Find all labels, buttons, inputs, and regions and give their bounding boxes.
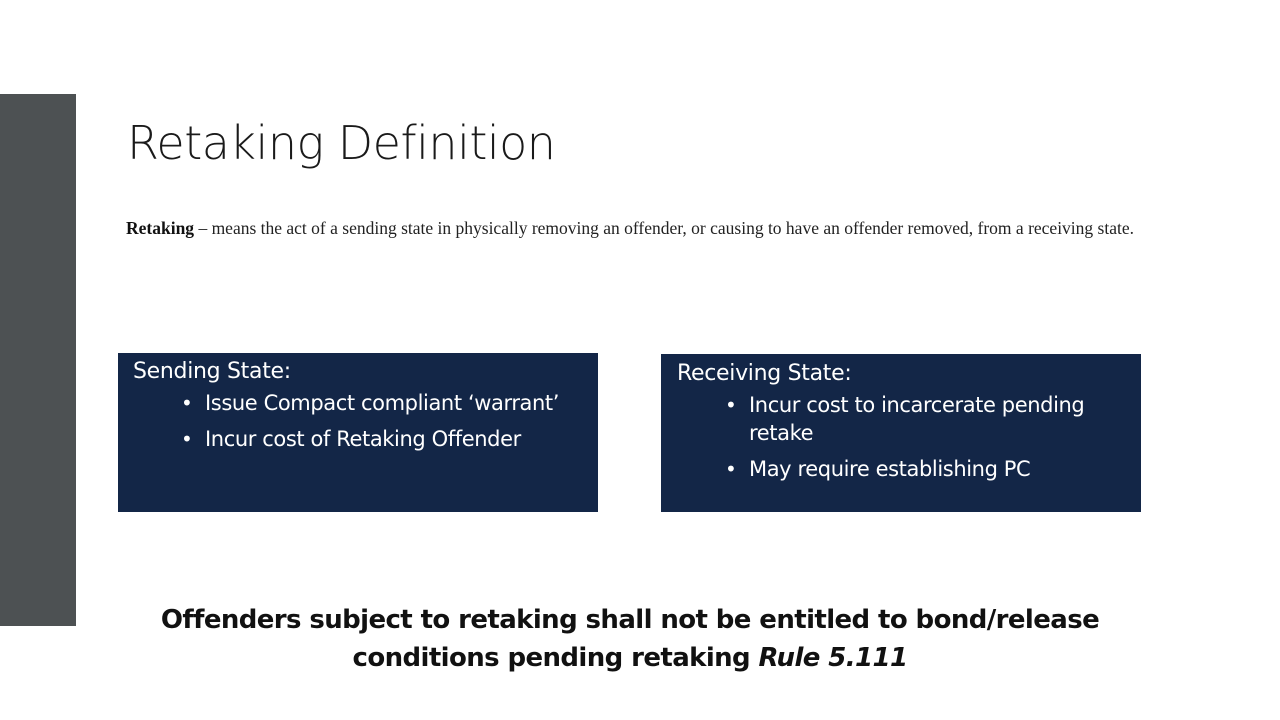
definition-term: Retaking — [126, 218, 195, 238]
sending-state-box: Sending State: • Issue Compact compliant … — [118, 353, 598, 512]
list-item-text: Issue Compact compliant ‘warrant’ — [205, 391, 560, 415]
bottom-note: Offenders subject to retaking shall not … — [140, 601, 1120, 677]
slide-title: Retaking Definition — [127, 116, 556, 170]
rule-reference: Rule 5.111 — [758, 643, 909, 673]
side-accent-bar — [0, 94, 76, 626]
receiving-state-list: • Incur cost to incarcerate pending retak… — [677, 391, 1131, 483]
sending-state-list: • Issue Compact compliant ‘warrant’ • Incu… — [133, 389, 588, 453]
list-item: • May require establishing PC — [725, 455, 1131, 483]
bullet-icon: • — [181, 391, 193, 415]
bullet-icon: • — [725, 393, 737, 417]
list-item: • Issue Compact compliant ‘warrant’ — [181, 389, 588, 417]
list-item-text: Incur cost to incarcerate pending retake — [749, 393, 1085, 445]
retaking-definition: Retaking – means the act of a sending st… — [126, 211, 1146, 246]
receiving-state-box: Receiving State: • Incur cost to incarcer… — [661, 354, 1141, 512]
list-item: • Incur cost to incarcerate pending retak… — [725, 391, 1131, 447]
list-item-text: May require establishing PC — [749, 457, 1031, 481]
list-item: • Incur cost of Retaking Offender — [181, 425, 588, 453]
receiving-state-heading: Receiving State: — [677, 361, 852, 386]
definition-text: – means the act of a sending state in ph… — [194, 218, 1134, 238]
bottom-note-text: Offenders subject to retaking shall not … — [160, 605, 1100, 673]
sending-state-heading: Sending State: — [133, 359, 291, 384]
bullet-icon: • — [725, 457, 737, 481]
list-item-text: Incur cost of Retaking Offender — [205, 427, 521, 451]
bullet-icon: • — [181, 427, 193, 451]
